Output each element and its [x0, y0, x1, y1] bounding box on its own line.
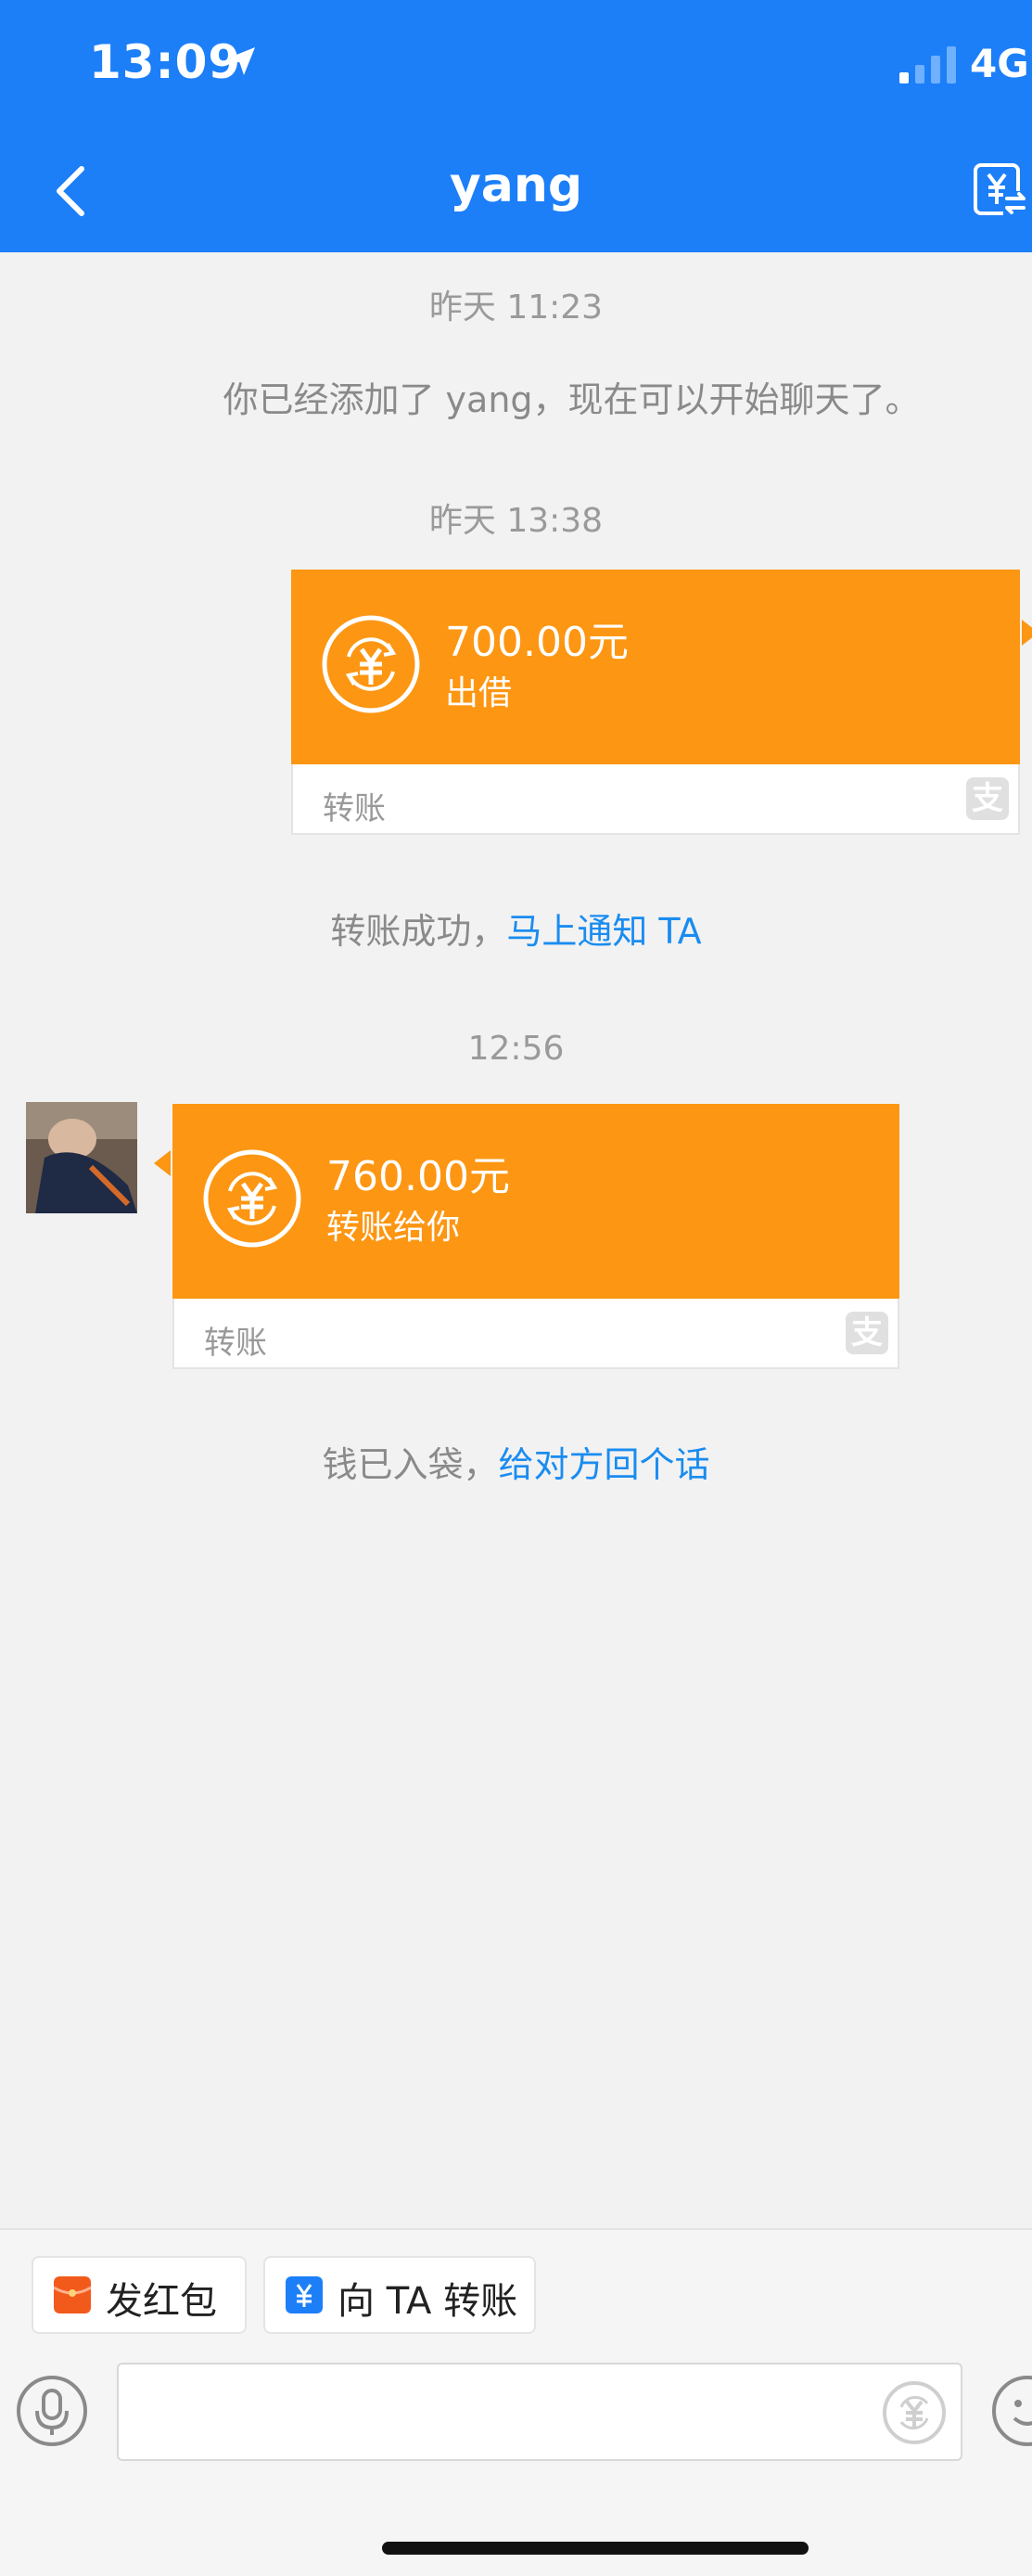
transfer-record-icon[interactable] — [970, 160, 1029, 219]
received-transfer-card[interactable]: 760.00元 转账给你 转账 支 — [154, 1104, 899, 1369]
sent-transfer-card[interactable]: 700.00元 出借 转账 支 — [291, 570, 1032, 835]
timestamp: 昨天 13:38 — [428, 502, 604, 540]
alipay-logo-icon: 支 — [846, 1312, 888, 1354]
alipay-logo-icon: 支 — [966, 777, 1009, 820]
system-notice: 你已经添加了 yang，现在可以开始聊天了。 — [223, 379, 921, 420]
contact-avatar[interactable] — [26, 1102, 137, 1213]
red-packet-button[interactable]: 发红包 — [32, 2256, 247, 2334]
transfer-coin-icon[interactable] — [881, 2379, 948, 2446]
transfer-amount: 760.00元 — [326, 1153, 510, 1200]
money-received-notice: 钱已入袋，给对方回个话 — [0, 1436, 1032, 1487]
reply-link[interactable]: 给对方回个话 — [499, 1444, 710, 1485]
network-type: 4G — [970, 41, 1029, 86]
transfer-card-footer: 转账 支 — [174, 1301, 898, 1367]
transfer-card-footer: 转账 支 — [293, 766, 1018, 833]
app-header: 13:09 4G yang — [0, 0, 1032, 252]
message-input[interactable] — [117, 2363, 962, 2461]
transfer-success-notice: 转账成功，马上通知 TA — [0, 903, 1032, 954]
microphone-icon[interactable] — [15, 2374, 89, 2448]
avatar-photo — [26, 1102, 137, 1213]
transfer-label: 转账 — [204, 1325, 267, 1362]
money-received-text: 钱已入袋， — [322, 1444, 499, 1485]
transfer-to-ta-button[interactable]: 向 TA 转账 — [263, 2256, 536, 2334]
bubble-tail — [154, 1150, 171, 1176]
notify-ta-link[interactable]: 马上通知 TA — [506, 911, 701, 952]
bottom-action-bar: 发红包 向 TA 转账 — [0, 2228, 1032, 2576]
cellular-signal-icon — [899, 46, 956, 83]
transfer-success-text: 转账成功， — [330, 911, 507, 952]
coin-transfer-icon — [322, 615, 420, 713]
transfer-icon — [286, 2276, 323, 2313]
timestamp: 昨天 11:23 — [428, 288, 604, 327]
transfer-amount: 700.00元 — [445, 619, 629, 666]
location-arrow-icon — [227, 47, 255, 75]
coin-transfer-icon — [203, 1149, 301, 1248]
status-time: 13:09 — [89, 35, 242, 89]
transfer-card-header: 700.00元 出借 — [291, 570, 1032, 764]
transfer-to-ta-label: 向 TA 转账 — [338, 2280, 518, 2323]
transfer-label: 转账 — [323, 790, 386, 827]
transfer-card-header: 760.00元 转账给你 — [154, 1104, 899, 1299]
bubble-tail — [1022, 620, 1032, 646]
timestamp: 12:56 — [467, 1030, 565, 1068]
transfer-note: 转账给你 — [326, 1209, 461, 1247]
red-packet-icon — [54, 2276, 91, 2313]
emoji-icon[interactable] — [990, 2374, 1032, 2448]
home-indicator[interactable] — [382, 2542, 809, 2555]
transfer-note: 出借 — [445, 674, 513, 712]
red-packet-label: 发红包 — [106, 2280, 217, 2323]
chat-title: yang — [449, 158, 583, 213]
